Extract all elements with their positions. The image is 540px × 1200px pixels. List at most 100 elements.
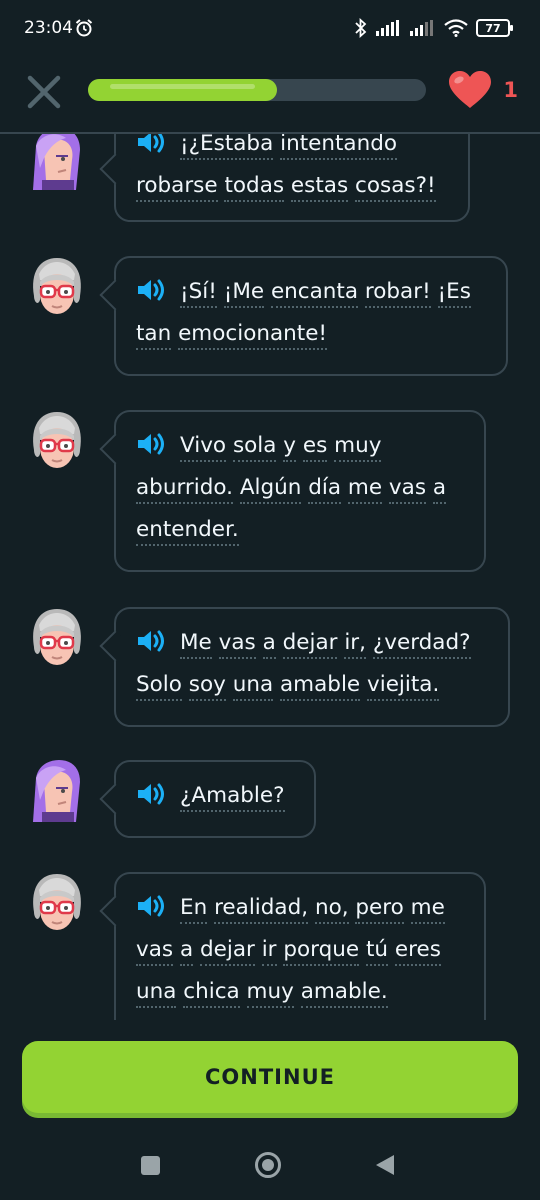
hint-word[interactable]: estas bbox=[290, 173, 349, 202]
hint-word[interactable]: encanta bbox=[270, 279, 359, 308]
lesson-header: 1 bbox=[0, 58, 540, 134]
hint-word[interactable]: ¡Es bbox=[437, 279, 471, 308]
message-line: tan emocionante! bbox=[136, 313, 486, 355]
speech-bubble: Me vas a dejar ir, ¿verdad? Solo soy una … bbox=[99, 607, 510, 727]
conversation: ¡¿Estaba intentando robarse todas estas c… bbox=[0, 134, 540, 1020]
hint-word[interactable]: muy bbox=[246, 979, 294, 1008]
message-line: robarse todas estas cosas?! bbox=[136, 165, 448, 207]
hint-word[interactable]: porque bbox=[283, 937, 360, 966]
hint-word[interactable]: Algún bbox=[239, 475, 302, 504]
hint-word[interactable]: sola bbox=[232, 433, 277, 462]
message-line: ¿Amable? bbox=[136, 775, 294, 817]
message-text: ¿Amable? bbox=[136, 775, 294, 817]
message-line: una chica muy amable. bbox=[136, 971, 464, 1013]
hint-word[interactable]: todas bbox=[224, 173, 285, 202]
hint-word[interactable]: aburrido. bbox=[136, 475, 233, 504]
hint-word[interactable]: dejar bbox=[282, 630, 338, 659]
hint-word[interactable]: pero bbox=[355, 895, 404, 924]
speech-bubble: ¿Amable? bbox=[99, 760, 316, 838]
hint-word[interactable]: me bbox=[410, 895, 445, 924]
hint-word[interactable]: realidad, bbox=[214, 895, 309, 924]
message-line: entender. bbox=[136, 509, 464, 551]
hint-word[interactable]: vas bbox=[136, 937, 174, 966]
progress-shine bbox=[110, 84, 256, 89]
message-line: Solo soy una amable viejita. bbox=[136, 664, 488, 706]
close-icon[interactable] bbox=[24, 72, 64, 112]
hint-word[interactable]: amable bbox=[280, 672, 361, 701]
progress-bar bbox=[88, 79, 426, 101]
message-line: En realidad, no, pero me bbox=[136, 887, 464, 929]
hint-word[interactable]: amable. bbox=[300, 979, 388, 1008]
hint-word[interactable]: a bbox=[262, 630, 276, 659]
speaker-icon[interactable] bbox=[136, 892, 168, 918]
hint-word[interactable]: tú bbox=[365, 937, 389, 966]
hint-word[interactable]: emocionante! bbox=[178, 321, 328, 350]
hint-word[interactable]: ¿verdad? bbox=[372, 630, 471, 659]
hint-word[interactable]: ir bbox=[261, 937, 277, 966]
bubble-tail bbox=[99, 783, 131, 815]
hint-word[interactable]: una bbox=[232, 672, 274, 701]
speaker-icon[interactable] bbox=[136, 627, 168, 653]
speech-bubble: En realidad, no, pero me vas a dejar ir p… bbox=[99, 872, 486, 1020]
hint-word[interactable]: intentando bbox=[280, 134, 398, 160]
bubble-tail bbox=[99, 630, 131, 662]
signal-icon-2 bbox=[410, 20, 433, 36]
hint-word[interactable]: cosas?! bbox=[355, 173, 436, 202]
bubble-tail bbox=[99, 153, 131, 185]
hint-word[interactable]: a bbox=[179, 937, 194, 966]
grandma-avatar bbox=[30, 256, 84, 318]
bubble-tail bbox=[99, 895, 131, 927]
hint-word[interactable]: dejar bbox=[199, 937, 255, 966]
hint-word[interactable]: a bbox=[432, 475, 447, 504]
hint-word[interactable]: vas bbox=[388, 475, 427, 504]
hint-word[interactable]: Vivo bbox=[180, 433, 227, 462]
hint-word[interactable]: es bbox=[302, 433, 328, 462]
hint-word[interactable]: y bbox=[283, 433, 297, 462]
hint-word[interactable]: En bbox=[180, 895, 208, 924]
continue-button[interactable]: CONTINUE bbox=[22, 1041, 518, 1113]
hint-word[interactable]: chica bbox=[183, 979, 240, 1008]
hint-word[interactable]: ¡Me bbox=[223, 279, 265, 308]
hint-word[interactable]: una bbox=[136, 979, 177, 1008]
signal-icon bbox=[376, 20, 399, 36]
speaker-icon[interactable] bbox=[136, 780, 168, 806]
hint-word[interactable]: viejita. bbox=[367, 672, 440, 701]
system-nav-bar bbox=[0, 1130, 540, 1200]
hint-word[interactable]: ¡Sí! bbox=[180, 279, 217, 308]
hint-word[interactable]: ir, bbox=[344, 630, 366, 659]
speech-bubble: ¡Sí! ¡Me encanta robar! ¡Es tan emocionan… bbox=[99, 256, 508, 376]
hint-word[interactable]: eres bbox=[394, 937, 441, 966]
progress-fill bbox=[88, 79, 278, 101]
hint-word[interactable]: entender. bbox=[136, 517, 239, 546]
girl-avatar bbox=[30, 760, 84, 822]
hint-word[interactable]: muy bbox=[334, 433, 382, 462]
hearts-counter[interactable]: 1 bbox=[447, 70, 518, 110]
message-line: ¡¿Estaba intentando bbox=[136, 134, 448, 165]
hint-word[interactable]: ¿Amable? bbox=[180, 783, 285, 812]
hint-word[interactable]: vas bbox=[218, 630, 256, 659]
speech-bubble: ¡¿Estaba intentando robarse todas estas c… bbox=[99, 134, 470, 222]
status-time: 23:04 bbox=[24, 18, 73, 38]
wifi-icon bbox=[444, 19, 468, 37]
back-button[interactable] bbox=[375, 1154, 395, 1176]
hint-word[interactable]: me bbox=[347, 475, 383, 504]
hint-word[interactable]: robarse bbox=[136, 173, 218, 202]
hearts-count: 1 bbox=[503, 78, 518, 102]
hint-word[interactable]: día bbox=[308, 475, 342, 504]
hint-word[interactable]: ¡¿Estaba bbox=[180, 134, 274, 160]
hint-word[interactable]: robar! bbox=[364, 279, 431, 308]
hint-word[interactable]: tan bbox=[136, 321, 172, 350]
speaker-icon[interactable] bbox=[136, 430, 168, 456]
hint-word[interactable]: Solo bbox=[136, 672, 182, 701]
speech-bubble: Vivo sola y es muy aburrido. Algún día me… bbox=[99, 410, 486, 572]
speaker-icon[interactable] bbox=[136, 276, 168, 302]
message-line: Vivo sola y es muy bbox=[136, 425, 464, 467]
hint-word[interactable]: Me bbox=[180, 630, 212, 659]
recents-button[interactable] bbox=[141, 1156, 160, 1175]
hint-word[interactable]: no, bbox=[314, 895, 349, 924]
home-button[interactable] bbox=[255, 1152, 281, 1178]
grandma-avatar bbox=[30, 872, 84, 934]
hint-word[interactable]: soy bbox=[188, 672, 226, 701]
speaker-icon[interactable] bbox=[136, 134, 168, 154]
status-bar: 23:04 77 bbox=[0, 0, 540, 58]
